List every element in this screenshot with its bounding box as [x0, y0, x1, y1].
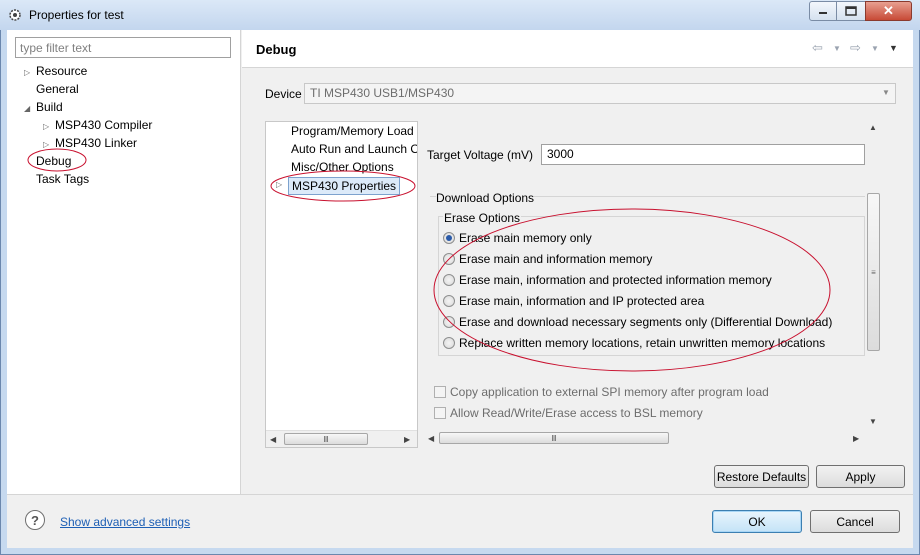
chevron-down-icon: ▼ — [882, 88, 890, 97]
tree-item-general[interactable]: General — [36, 80, 79, 98]
radio-button[interactable] — [443, 232, 455, 244]
tree-item-resource[interactable]: ▷ Resource — [24, 62, 87, 80]
device-label: Device — [265, 87, 302, 101]
scroll-left-icon[interactable]: ◀ — [270, 435, 276, 444]
bsl-access-checkbox-row[interactable]: Allow Read/Write/Erase access to BSL mem… — [434, 405, 703, 421]
radio-button[interactable] — [443, 295, 455, 307]
copy-spi-checkbox-row[interactable]: Copy application to external SPI memory … — [434, 384, 769, 400]
erase-option-main-info-protected[interactable]: Erase main, information and protected in… — [443, 272, 772, 288]
download-options-label: Download Options — [436, 191, 535, 205]
close-button[interactable]: ✕ — [865, 1, 912, 21]
restore-defaults-button[interactable]: Restore Defaults — [714, 465, 809, 488]
nav-item-program-memory-load[interactable]: Program/Memory Load — [291, 124, 414, 138]
erase-option-main-only[interactable]: Erase main memory only — [443, 230, 592, 246]
view-menu-icon[interactable]: ▼ — [889, 43, 898, 53]
maximize-button[interactable] — [836, 1, 866, 21]
target-voltage-label: Target Voltage (mV) — [427, 148, 534, 162]
tree-item-msp430-linker[interactable]: ▷ MSP430 Linker — [43, 134, 137, 152]
debug-category-tree: Program/Memory Load Auto Run and Launch … — [265, 121, 418, 448]
scroll-down-icon[interactable]: ▼ — [869, 417, 877, 426]
expand-arrow-icon[interactable]: ▷ — [24, 64, 36, 82]
ok-button[interactable]: OK — [712, 510, 802, 533]
minimize-button[interactable] — [809, 1, 837, 21]
nav-item-msp430-properties[interactable]: MSP430 Properties — [288, 177, 401, 195]
erase-option-replace-written[interactable]: Replace written memory locations, retain… — [443, 335, 825, 351]
nav-horizontal-scrollbar[interactable]: ◀ Ⅲ ▶ — [266, 430, 417, 447]
checkbox[interactable] — [434, 386, 446, 398]
tree-item-task-tags[interactable]: Task Tags — [36, 170, 89, 188]
tree-item-debug[interactable]: Debug — [36, 152, 72, 170]
checkbox[interactable] — [434, 407, 446, 419]
forward-menu-chevron-icon[interactable]: ▼ — [871, 44, 879, 53]
settings-vertical-scrollbar[interactable]: ▲ ≡ ▼ — [865, 121, 882, 429]
tree-item-build[interactable]: ◢ Build — [24, 98, 63, 116]
scroll-up-icon[interactable]: ▲ — [869, 123, 877, 132]
target-voltage-input[interactable]: 3000 — [541, 144, 865, 165]
show-advanced-settings-link[interactable]: Show advanced settings — [60, 515, 190, 529]
expand-arrow-icon[interactable]: ▷ — [276, 180, 282, 189]
help-icon[interactable]: ? — [25, 510, 45, 530]
close-icon: ✕ — [883, 3, 894, 18]
scroll-right-icon[interactable]: ▶ — [853, 434, 859, 443]
filter-input[interactable] — [15, 37, 231, 58]
settings-horizontal-scrollbar[interactable]: ◀ Ⅲ ▶ — [425, 430, 865, 447]
scroll-thumb[interactable]: ≡ — [867, 193, 880, 351]
page-title: Debug — [256, 42, 297, 57]
nav-item-auto-run[interactable]: Auto Run and Launch O — [291, 142, 417, 156]
maximize-icon — [845, 6, 857, 16]
erase-option-differential[interactable]: Erase and download necessary segments on… — [443, 314, 832, 330]
nav-item-misc-options[interactable]: Misc/Other Options — [291, 160, 394, 174]
radio-button[interactable] — [443, 337, 455, 349]
radio-button[interactable] — [443, 274, 455, 286]
scroll-thumb[interactable]: Ⅲ — [439, 432, 669, 444]
forward-icon[interactable]: ⇨ — [850, 40, 861, 56]
apply-button[interactable]: Apply — [816, 465, 905, 488]
scroll-thumb[interactable]: Ⅲ — [284, 433, 368, 445]
scroll-right-icon[interactable]: ▶ — [404, 435, 410, 444]
tree-item-msp430-compiler[interactable]: ▷ MSP430 Compiler — [43, 116, 152, 134]
erase-option-main-info[interactable]: Erase main and information memory — [443, 251, 652, 267]
minimize-icon — [819, 12, 827, 14]
device-select[interactable]: TI MSP430 USB1/MSP430 — [304, 83, 896, 104]
back-icon[interactable]: ⇦ — [812, 40, 823, 56]
radio-button[interactable] — [443, 253, 455, 265]
scroll-left-icon[interactable]: ◀ — [428, 434, 434, 443]
erase-option-main-info-ip[interactable]: Erase main, information and IP protected… — [443, 293, 704, 309]
back-menu-chevron-icon[interactable]: ▼ — [833, 44, 841, 53]
radio-button[interactable] — [443, 316, 455, 328]
window-title: Properties for test — [29, 8, 124, 22]
erase-options-label: Erase Options — [443, 211, 522, 225]
title-bar[interactable] — [0, 0, 920, 30]
collapse-arrow-icon[interactable]: ◢ — [24, 100, 36, 118]
cancel-button[interactable]: Cancel — [810, 510, 900, 533]
gear-icon — [9, 9, 21, 21]
